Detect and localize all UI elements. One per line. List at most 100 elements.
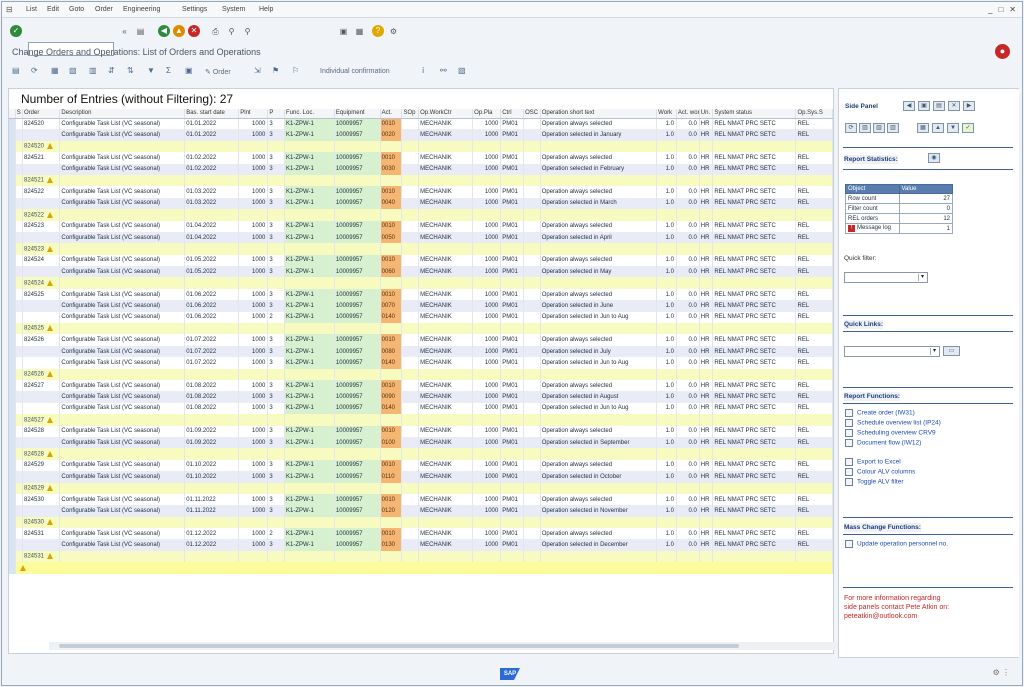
table-row[interactable]: 824522 Configurable Task List (VC seasona… <box>9 186 833 198</box>
column-header[interactable]: System status <box>712 109 797 119</box>
side-doc1-icon[interactable]: ▥ <box>859 123 871 133</box>
layout-menu-icon[interactable]: ⋮ <box>1002 668 1010 677</box>
equipment[interactable]: 10009957 <box>334 266 381 278</box>
column-header[interactable]: S <box>15 109 24 119</box>
order-number[interactable] <box>22 471 61 483</box>
side-grid-icon[interactable]: ▦ <box>917 123 929 133</box>
equipment[interactable]: 10009957 <box>334 357 381 369</box>
help-icon[interactable]: ? <box>372 25 384 37</box>
graphic-icon[interactable]: ⚯ <box>440 66 447 75</box>
equipment[interactable]: 10009957 <box>334 528 381 540</box>
table-row[interactable]: Configurable Task List (VC seasonal) 01.0… <box>9 357 833 369</box>
functional-location[interactable]: K1-ZPW-1 <box>284 505 335 517</box>
select-block-icon[interactable]: ▥ <box>89 66 97 75</box>
side-next-icon[interactable]: ▶ <box>963 101 975 111</box>
order-number[interactable]: 824529 <box>22 459 61 472</box>
column-header[interactable]: Func. Loc. <box>284 109 335 119</box>
functional-location[interactable]: K1-ZPW-1 <box>284 288 335 301</box>
order-number[interactable] <box>22 311 61 324</box>
order-number[interactable] <box>22 163 61 175</box>
create-order-link[interactable]: Create order (IW31) <box>845 409 915 417</box>
order-number[interactable]: 824526 <box>22 368 61 380</box>
order-header-row[interactable]: 824527 <box>9 414 833 426</box>
side-check-icon[interactable]: ✓ <box>962 123 974 133</box>
order-number[interactable] <box>22 539 61 551</box>
order-number[interactable] <box>22 436 61 449</box>
table-row[interactable]: 824529 Configurable Task List (VC seasona… <box>9 459 833 472</box>
statistics-detail-icon[interactable]: ◉ <box>928 153 940 163</box>
side-doc2-icon[interactable]: ▥ <box>873 123 885 133</box>
stat-key[interactable]: ! Message log <box>845 223 900 234</box>
functional-location[interactable]: K1-ZPW-1 <box>284 152 335 164</box>
functional-location[interactable]: K1-ZPW-1 <box>284 311 335 324</box>
table-row[interactable]: 824526 Configurable Task List (VC seasona… <box>9 334 833 346</box>
side-prev-icon[interactable]: ◀ <box>903 101 915 111</box>
table-row[interactable]: Configurable Task List (VC seasonal) 01.0… <box>9 129 833 141</box>
column-header[interactable]: OSC <box>523 109 541 119</box>
functional-location[interactable]: K1-ZPW-1 <box>284 197 335 210</box>
table-row[interactable]: Configurable Task List (VC seasonal) 01.0… <box>9 197 833 210</box>
order-number[interactable] <box>22 266 61 278</box>
order-button[interactable]: ✎ Order <box>205 68 231 76</box>
quick-links-go-icon[interactable]: ▭ <box>943 346 960 356</box>
column-header[interactable]: Ctrl <box>500 109 525 119</box>
equipment[interactable]: 10009957 <box>334 505 381 517</box>
order-header-row[interactable]: 824529 <box>9 482 833 494</box>
order-number[interactable]: 824523 <box>22 220 61 232</box>
functional-location[interactable]: K1-ZPW-1 <box>284 402 335 415</box>
side-up-icon[interactable]: ▲ <box>932 123 944 133</box>
flag-icon[interactable]: ⚑ <box>272 66 279 75</box>
equipment[interactable]: 10009957 <box>334 436 381 449</box>
order-header-row[interactable]: 824522 <box>9 209 833 221</box>
colour-alv-link[interactable]: Colour ALV columns <box>845 468 915 476</box>
column-header[interactable]: Act. <box>380 109 403 119</box>
refresh-icon[interactable]: ⟳ <box>31 66 38 75</box>
menu-order[interactable]: Order <box>95 6 113 13</box>
table-row[interactable]: 824523 Configurable Task List (VC seasona… <box>9 220 833 232</box>
equipment[interactable]: 10009957 <box>334 379 381 392</box>
table-row[interactable]: Configurable Task List (VC seasonal) 01.0… <box>9 163 833 175</box>
functional-location[interactable]: K1-ZPW-1 <box>284 425 335 437</box>
table-row[interactable]: 824520 Configurable Task List (VC seasona… <box>9 118 833 130</box>
table-row[interactable]: Configurable Task List (VC seasonal) 01.0… <box>9 436 833 449</box>
table-row[interactable]: 824527 Configurable Task List (VC seasona… <box>9 379 833 392</box>
new-session-icon[interactable]: ▣ <box>338 26 349 37</box>
functional-location[interactable]: K1-ZPW-1 <box>284 186 335 198</box>
table-row[interactable]: Configurable Task List (VC seasonal) 01.1… <box>9 471 833 483</box>
equipment[interactable]: 10009957 <box>334 402 381 415</box>
details-icon[interactable]: ▤ <box>12 66 20 75</box>
table-row[interactable]: 824521 Configurable Task List (VC seasona… <box>9 152 833 164</box>
document-flow-link[interactable]: Document flow (IW12) <box>845 439 921 447</box>
customize-layout-icon[interactable]: ⚙ <box>388 26 399 37</box>
export-icon[interactable]: ⇲ <box>254 66 261 75</box>
side-copy-icon[interactable]: ▣ <box>918 101 930 111</box>
functional-location[interactable]: K1-ZPW-1 <box>284 266 335 278</box>
scheduling-overview-link[interactable]: Scheduling overview CRV9 <box>845 429 936 437</box>
order-number[interactable]: 824522 <box>22 209 61 221</box>
column-header[interactable]: Op.Sys.S <box>795 109 833 119</box>
equipment[interactable]: 10009957 <box>334 220 381 232</box>
table-row[interactable]: Configurable Task List (VC seasonal) 01.0… <box>9 391 833 403</box>
functional-location[interactable]: K1-ZPW-1 <box>284 493 335 506</box>
minimize-icon[interactable]: _ <box>988 5 992 14</box>
equipment[interactable]: 10009957 <box>334 539 381 551</box>
functional-location[interactable]: K1-ZPW-1 <box>284 528 335 540</box>
order-header-row[interactable]: 824531 <box>9 550 833 563</box>
functional-location[interactable]: K1-ZPW-1 <box>284 391 335 403</box>
order-number[interactable]: 824521 <box>22 152 61 164</box>
equipment[interactable]: 10009957 <box>334 345 381 358</box>
functional-location[interactable]: K1-ZPW-1 <box>284 163 335 175</box>
functional-location[interactable]: K1-ZPW-1 <box>284 459 335 472</box>
column-header[interactable]: Order <box>22 109 61 119</box>
order-number[interactable]: 824524 <box>22 254 61 267</box>
horizontal-scrollbar[interactable] <box>49 642 839 650</box>
documents-icon[interactable]: ▧ <box>458 66 466 75</box>
column-header[interactable]: SOp <box>401 109 420 119</box>
unflag-icon[interactable]: ⚐ <box>292 66 299 75</box>
equipment[interactable]: 10009957 <box>334 186 381 198</box>
table-row[interactable]: 824524 Configurable Task List (VC seasona… <box>9 254 833 267</box>
order-number[interactable] <box>22 391 61 403</box>
functional-location[interactable]: K1-ZPW-1 <box>284 334 335 346</box>
order-header-row[interactable]: 824526 <box>9 368 833 380</box>
menu-engineering[interactable]: Engineering <box>123 6 160 13</box>
